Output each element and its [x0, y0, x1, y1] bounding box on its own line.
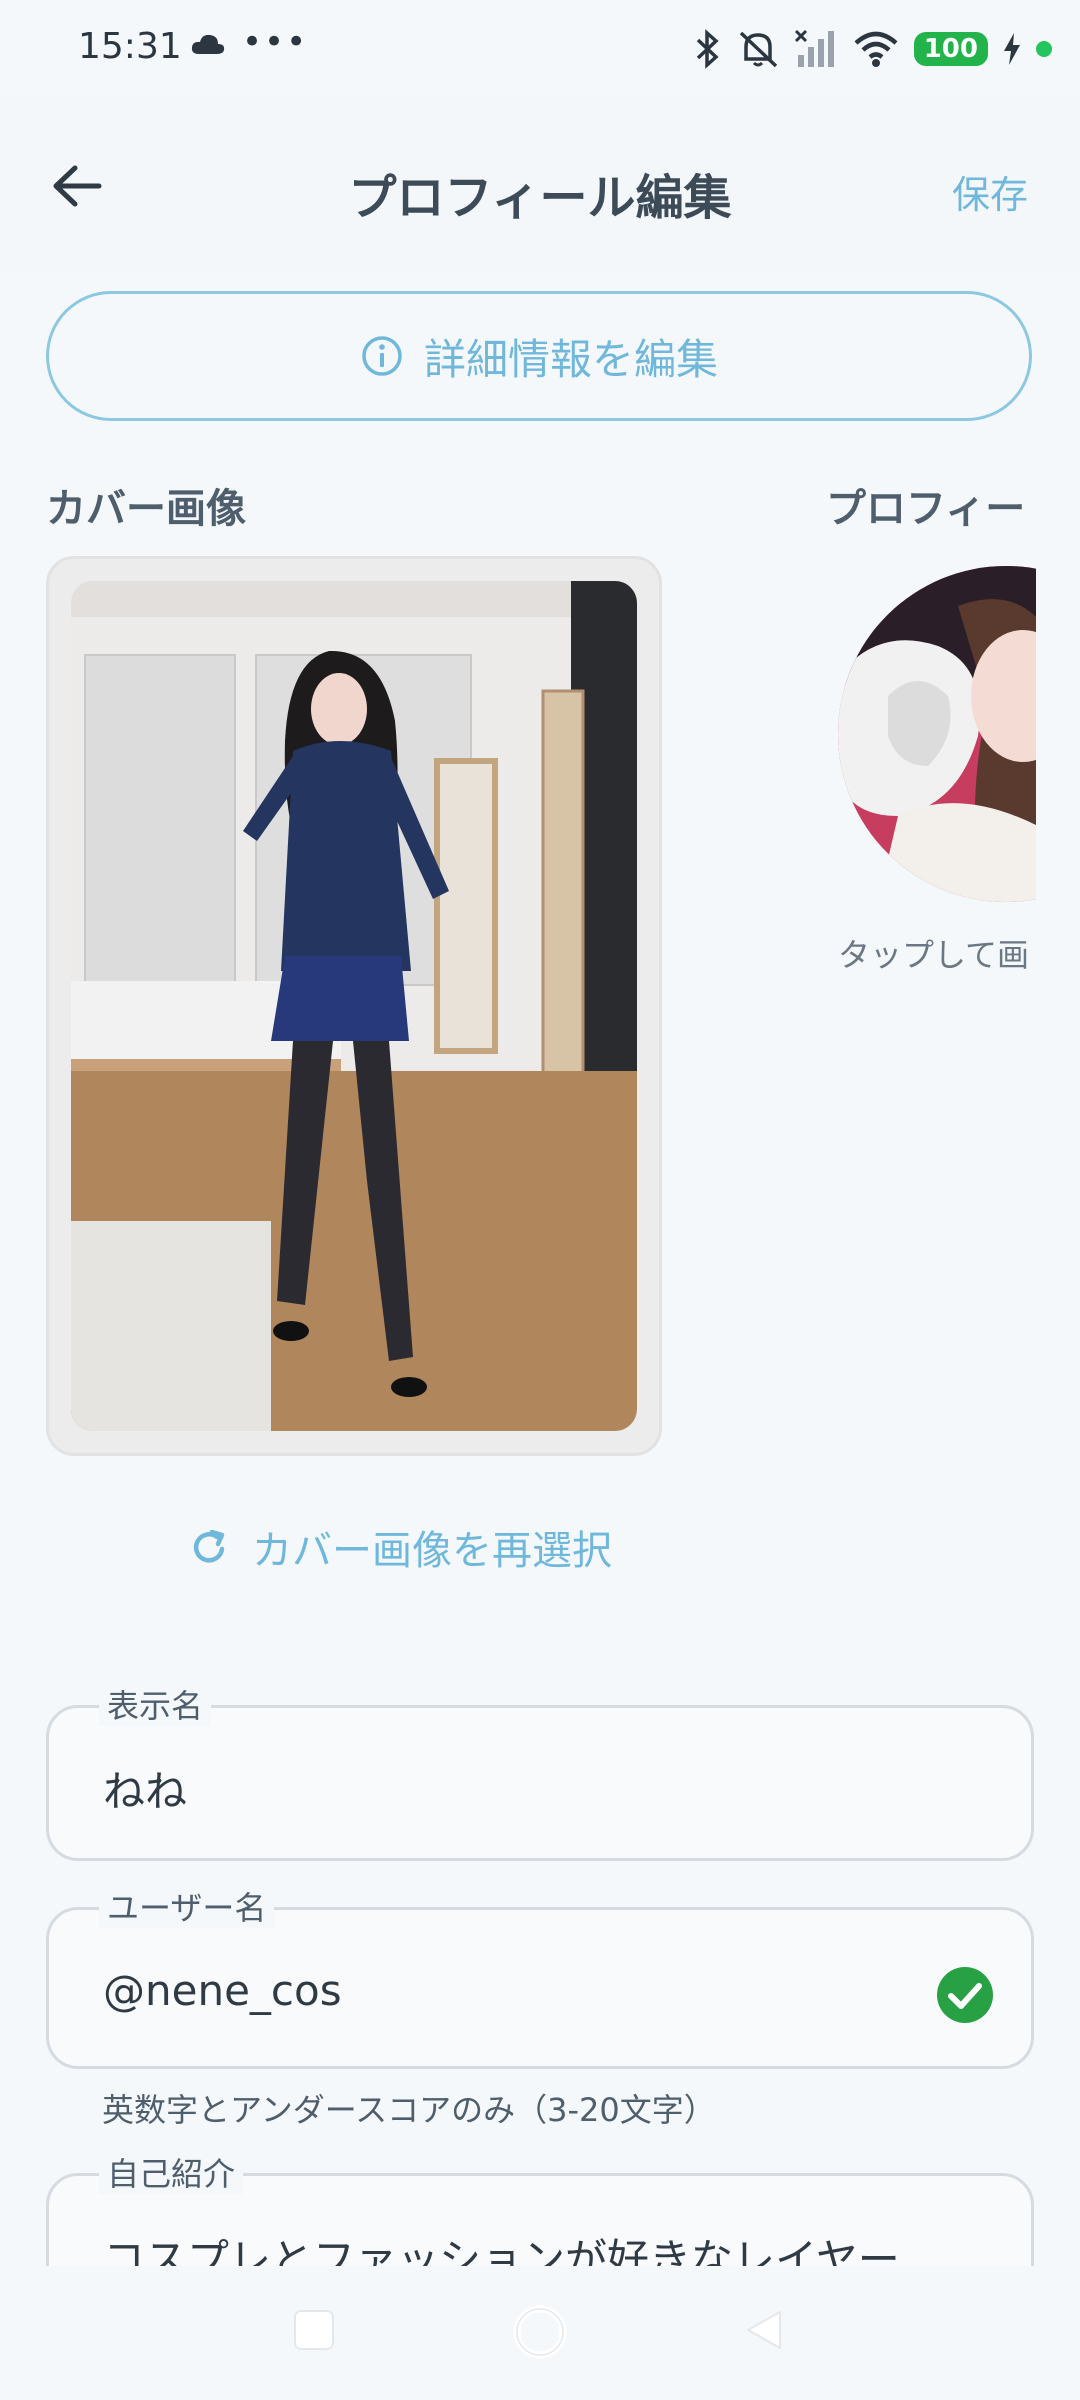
- bio-label: 自己紹介: [99, 2154, 244, 2194]
- cover-image-label: カバー画像: [46, 486, 246, 532]
- cover-photo: [71, 581, 637, 1431]
- edit-details-button[interactable]: 詳細情報を編集: [46, 291, 1032, 421]
- display-name-label: 表示名: [99, 1686, 212, 1726]
- status-icons: 100: [694, 24, 1052, 74]
- tap-to-change-hint: タップして画: [838, 936, 1030, 974]
- save-button[interactable]: 保存: [952, 164, 1028, 219]
- cloud-icon: [191, 34, 225, 54]
- info-icon: [362, 336, 402, 376]
- wifi-icon: [854, 31, 898, 67]
- back-nav-button[interactable]: [742, 2308, 786, 2352]
- system-nav-bar: [0, 2266, 1080, 2400]
- edit-details-label: 詳細情報を編集: [423, 334, 718, 384]
- reselect-cover-button[interactable]: カバー画像を再選択: [190, 1518, 612, 1576]
- username-helper-text: 英数字とアンダースコアのみ（3-20文字）: [102, 2091, 716, 2129]
- avatar: [838, 566, 1036, 902]
- more-notifications-icon: •••: [242, 22, 309, 62]
- privacy-indicator: [1036, 41, 1052, 57]
- battery-level: 100: [913, 32, 988, 66]
- home-button[interactable]: [512, 2304, 568, 2360]
- cover-image-card[interactable]: [46, 556, 662, 1456]
- charging-icon: [1004, 33, 1020, 65]
- username-label: ユーザー名: [99, 1888, 275, 1928]
- profile-image-label: プロフィー: [826, 486, 1026, 532]
- display-name-field[interactable]: 表示名 ねね: [46, 1686, 1034, 1861]
- bell-off-icon: [739, 31, 777, 68]
- app-bar: プロフィール編集 保存: [0, 96, 1080, 272]
- status-time: 15:31: [78, 26, 182, 67]
- page-title: プロフィール編集: [348, 170, 732, 226]
- profile-avatar-container[interactable]: [838, 566, 1036, 906]
- bluetooth-icon: [696, 29, 719, 69]
- refresh-icon: [193, 1529, 225, 1563]
- recents-button[interactable]: [292, 2308, 336, 2352]
- status-bar: 15:31 ••• 100: [0, 0, 1080, 96]
- display-name-value: ねね: [103, 1767, 188, 1816]
- reselect-cover-label: カバー画像を再選択: [252, 1528, 612, 1574]
- check-circle-icon: [937, 1967, 993, 2023]
- signal-icon: [794, 29, 834, 67]
- username-value: @nene_cos: [103, 1966, 342, 2015]
- username-field[interactable]: ユーザー名 @nene_cos: [46, 1888, 1034, 2069]
